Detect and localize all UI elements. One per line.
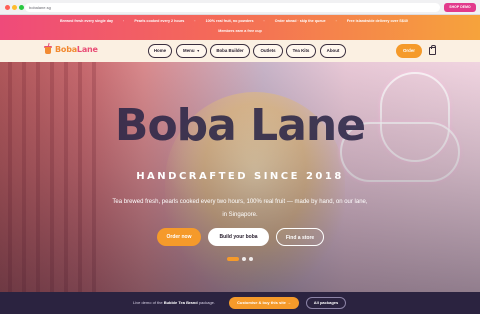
order-now-button[interactable]: Order now [157,228,201,246]
hero-title: Boba Lane [114,100,366,151]
site-logo[interactable]: BobaLane [44,42,98,54]
promo-item: Pearls cooked every 2 hours [134,19,185,23]
slider-dot[interactable] [242,257,246,261]
slider-dot-active[interactable] [227,257,239,261]
build-your-boba-button[interactable]: Build your boba [208,228,269,246]
address-bar[interactable]: bobalane.sg [25,3,440,12]
promo-separator: · [335,19,337,23]
browser-chrome: bobalane.sg SHOP DEMO [0,0,480,15]
find-a-store-button[interactable]: Find a store [276,228,324,246]
hero-description: Tea brewed fresh, pearls cooked every tw… [112,199,368,218]
nav-link-home[interactable]: Home [148,44,172,58]
promo-item: Brewed fresh every single day [60,19,114,23]
window-close-icon[interactable] [5,5,10,10]
all-packages-button[interactable]: All packages [306,297,346,309]
nav-link-outlets[interactable]: Outlets [253,44,283,58]
nav-link-label: Menu [183,48,195,53]
nav-link-menu[interactable]: Menu ▼ [176,44,207,58]
customise-buy-button[interactable]: Customise & buy this site → [229,297,299,309]
promo-item: 100% real fruit, no powders [205,19,254,23]
promo-items: Brewed fresh every single day · Pearls c… [60,19,440,23]
promo-separator: · [194,19,196,23]
nav-link-tea-kits[interactable]: Tea Kits [286,44,316,58]
slider-dot[interactable] [249,257,253,261]
window-minimize-icon[interactable] [12,5,17,10]
promo-item: Order ahead · skip the queue [274,19,326,23]
hero-subtitle: HANDCRAFTED SINCE 2018 [136,171,344,182]
shop-demo-button[interactable]: SHOP DEMO [444,3,476,12]
promo-item: Free islandwide delivery over S$40 [346,19,408,23]
nav-link-about[interactable]: About [320,44,346,58]
order-button[interactable]: Order [396,44,422,58]
slider-indicators [227,257,253,261]
boba-cup-icon [44,42,52,54]
chevron-down-icon: ▼ [196,49,200,53]
nav-link-boba-builder[interactable]: Boba Builder [210,44,250,58]
window-maximize-icon[interactable] [19,5,24,10]
shopping-bag-icon[interactable] [429,45,436,55]
promo-separator: · [263,19,265,23]
promo-item: Members earn a free cup [218,29,262,33]
promo-banner: Brewed fresh every single day · Pearls c… [0,15,480,40]
promo-separator: · [123,19,125,23]
demo-bottom-bar: Live demo of the Bubble Tea Brand packag… [0,292,480,314]
demo-notice: Live demo of the Bubble Tea Brand packag… [133,300,215,305]
logo-wordmark: BobaLane [55,45,98,54]
